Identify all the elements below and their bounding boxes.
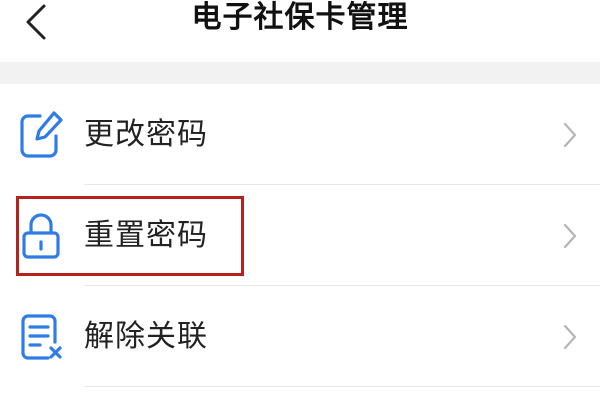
menu-item-label: 重置密码: [84, 218, 208, 253]
section-gap: [0, 62, 600, 84]
unlink-document-icon: [21, 314, 62, 360]
menu-list: 更改密码 重置密码 解除关联: [0, 84, 600, 387]
menu-item-unlink[interactable]: 解除关联: [0, 286, 600, 387]
menu-item-reset-password[interactable]: 重置密码: [0, 185, 600, 286]
chevron-right-icon: [563, 122, 577, 148]
screen: 电子社保卡管理 更改密码 重置密码 解除关联: [0, 0, 600, 418]
lock-icon: [22, 213, 60, 259]
menu-item-change-password[interactable]: 更改密码: [0, 84, 600, 185]
menu-item-label: 更改密码: [84, 117, 208, 152]
header-bar: 电子社保卡管理: [0, 0, 600, 62]
menu-item-label: 解除关联: [84, 319, 208, 354]
chevron-right-icon: [563, 223, 577, 249]
page-title: 电子社保卡管理: [191, 0, 409, 35]
edit-document-icon: [20, 111, 63, 158]
row-divider: [84, 386, 600, 387]
chevron-right-icon: [563, 324, 577, 350]
